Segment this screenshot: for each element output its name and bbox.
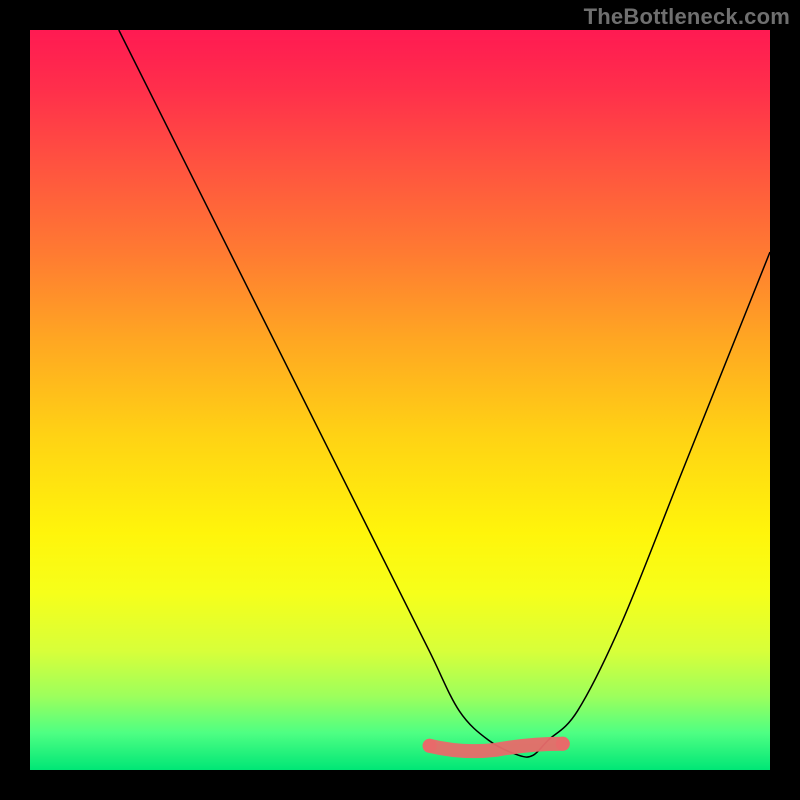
bottleneck-curve <box>119 30 770 757</box>
optimal-range-start-dot <box>423 739 437 753</box>
chart-svg <box>30 30 770 770</box>
optimal-range-end-dot <box>556 737 570 751</box>
watermark-text: TheBottleneck.com <box>584 4 790 30</box>
plot-background <box>30 30 770 770</box>
optimal-range-marker <box>430 744 563 751</box>
chart-frame: TheBottleneck.com <box>0 0 800 800</box>
